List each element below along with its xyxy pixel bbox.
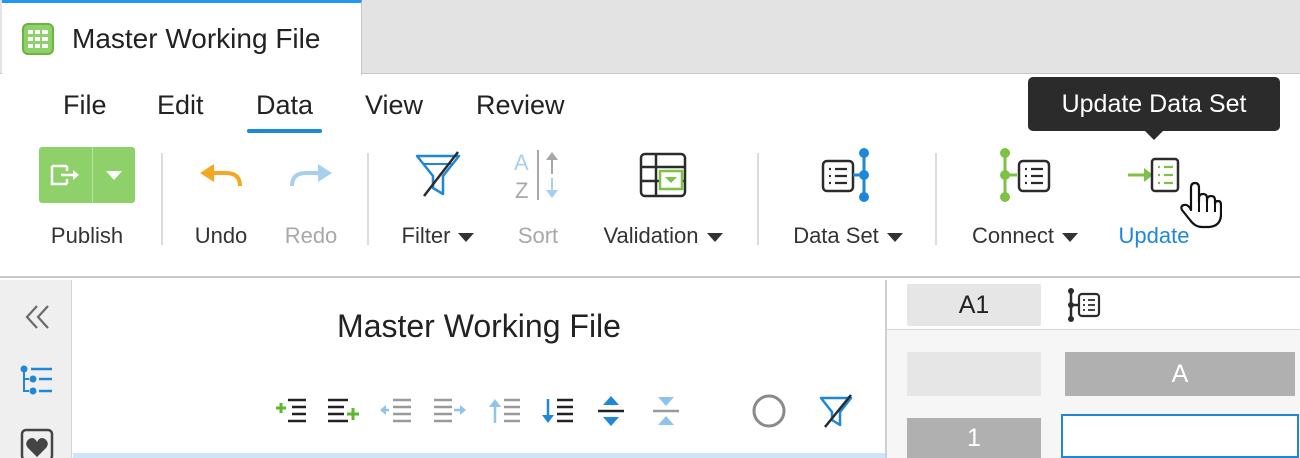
row-header-1[interactable]: 1	[907, 418, 1041, 458]
connect-label-text: Connect	[972, 223, 1054, 248]
validation-label: Validation	[604, 223, 723, 249]
dataset-caret-icon	[886, 232, 903, 242]
redo-button[interactable]: Redo	[281, 145, 341, 249]
connect-icon	[1000, 148, 1051, 202]
heart-icon	[20, 428, 54, 458]
move-up-button[interactable]	[487, 393, 523, 429]
sort-icon: A Z	[514, 150, 558, 202]
toggle-circle-button[interactable]	[751, 393, 787, 429]
panel-filter-button[interactable]	[818, 393, 854, 429]
menu-file[interactable]: File	[63, 90, 107, 121]
filter-off-icon	[819, 394, 853, 428]
filter-button[interactable]: Filter	[397, 145, 479, 249]
filter-label: Filter	[402, 223, 475, 249]
dataset-icon	[821, 148, 869, 202]
filter-icon	[415, 151, 461, 197]
validation-label-text: Validation	[603, 223, 699, 248]
outdent-button[interactable]	[378, 393, 414, 429]
select-all-corner[interactable]	[907, 352, 1041, 396]
svg-text:Z: Z	[515, 178, 528, 202]
separator	[367, 153, 369, 245]
dataset-link-icon	[1068, 288, 1101, 322]
expand-icon	[598, 396, 624, 426]
sort-button[interactable]: A Z Sort	[513, 145, 563, 249]
expand-button[interactable]	[593, 393, 629, 429]
cell-reference-box[interactable]: A1	[907, 284, 1041, 326]
connect-button[interactable]: Connect	[965, 145, 1085, 249]
undo-button[interactable]: Undo	[192, 145, 250, 249]
panel-title: Master Working File	[337, 308, 621, 344]
tree-list-icon	[20, 365, 52, 395]
publish-tool: Publish	[39, 145, 135, 249]
validation-icon	[639, 152, 687, 198]
move-up-icon	[489, 398, 520, 423]
column-header-a[interactable]: A	[1065, 352, 1295, 396]
separator	[935, 153, 937, 245]
connect-label: Connect	[972, 223, 1078, 249]
hand-cursor-icon	[1178, 180, 1223, 230]
cell-a1[interactable]	[1061, 414, 1299, 458]
tab-title: Master Working File	[72, 23, 321, 54]
update-icon	[1128, 157, 1180, 193]
tab-bar: Master Working File	[0, 0, 1300, 75]
structure-panel: Master Working File	[73, 280, 885, 458]
add-row-below-icon	[328, 398, 359, 423]
connect-caret-icon	[1061, 232, 1078, 242]
move-down-button[interactable]	[540, 393, 576, 429]
svg-text:A: A	[514, 150, 529, 175]
dataset-button[interactable]: Data Set	[787, 145, 909, 249]
dataset-label: Data Set	[793, 223, 903, 249]
filter-label-text: Filter	[401, 223, 451, 248]
formula-bar: A1	[887, 280, 1300, 330]
left-rail	[0, 280, 72, 458]
collapse-button[interactable]	[18, 298, 56, 336]
separator	[161, 153, 163, 245]
publish-dropdown[interactable]	[93, 147, 135, 203]
circle-icon	[752, 394, 786, 428]
document-tab[interactable]: Master Working File	[2, 0, 362, 75]
redo-label: Redo	[284, 223, 338, 248]
menu-edit[interactable]: Edit	[157, 90, 204, 121]
outline-button[interactable]	[18, 362, 56, 400]
selected-row-strip	[73, 453, 885, 458]
redo-icon	[290, 164, 332, 187]
outdent-icon	[380, 398, 411, 423]
spreadsheet-area: A1 A 1	[887, 280, 1300, 458]
publish-label: Publish	[50, 223, 124, 248]
validation-button[interactable]: Validation	[597, 145, 729, 249]
indent-icon	[434, 398, 466, 423]
separator	[757, 153, 759, 245]
favorites-button[interactable]	[18, 426, 56, 458]
double-chevron-left-icon	[25, 305, 49, 329]
add-row-above-button[interactable]	[273, 393, 309, 429]
validation-caret-icon	[706, 232, 723, 242]
move-down-icon	[542, 398, 573, 423]
menu-review[interactable]: Review	[476, 90, 565, 121]
collapse-rows-button[interactable]	[648, 393, 684, 429]
indent-button[interactable]	[431, 393, 467, 429]
sort-label: Sort	[517, 223, 559, 248]
dataset-link-button[interactable]	[1063, 286, 1103, 324]
undo-icon	[200, 164, 242, 187]
undo-label: Undo	[194, 223, 248, 248]
publish-button[interactable]	[39, 147, 135, 203]
add-row-above-icon	[276, 398, 306, 423]
filter-caret-icon	[458, 232, 475, 242]
dataset-label-text: Data Set	[793, 223, 879, 248]
collapse-icon	[653, 397, 679, 425]
menu-data[interactable]: Data	[246, 90, 323, 133]
spreadsheet-icon	[22, 23, 54, 55]
update-tooltip: Update Data Set	[1028, 77, 1280, 140]
menu-view[interactable]: View	[365, 90, 423, 121]
publish-icon	[50, 164, 79, 186]
add-row-below-button[interactable]	[325, 393, 361, 429]
